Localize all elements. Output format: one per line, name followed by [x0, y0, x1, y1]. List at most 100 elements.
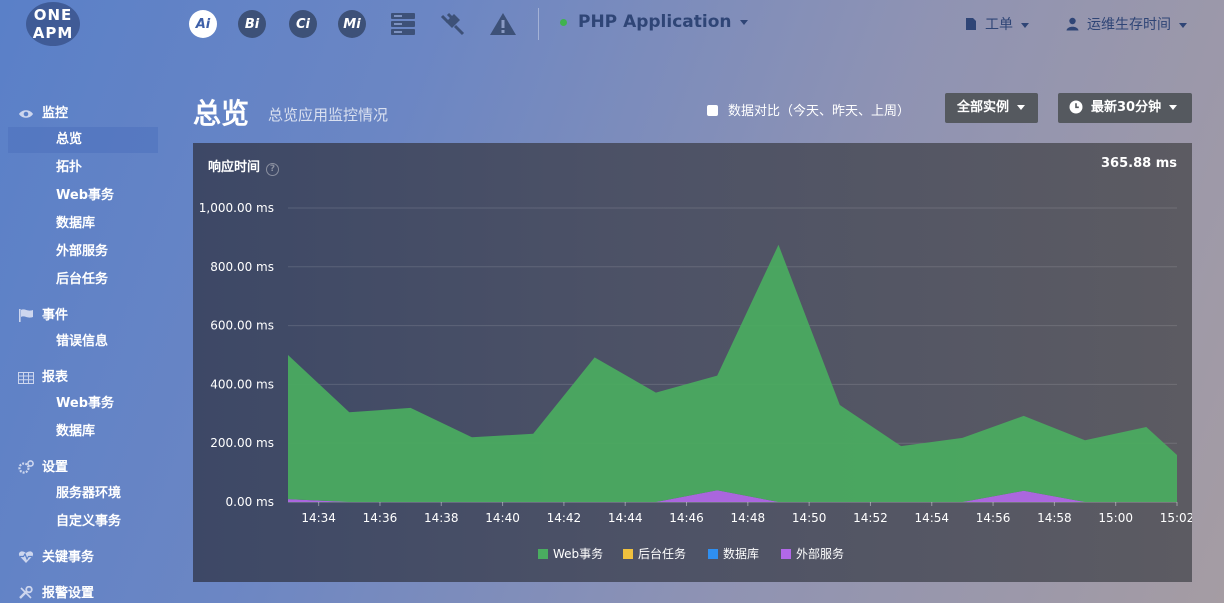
- series-area-Web事务: [288, 244, 1177, 503]
- x-tick-label: 14:50: [792, 511, 827, 525]
- legend-label: 后台任务: [638, 547, 687, 561]
- wrench-icon: [19, 585, 33, 599]
- ticket-label: 工单: [985, 17, 1013, 33]
- y-tick-label: 200.00 ms: [210, 436, 274, 450]
- sidebar-item-report-database[interactable]: 数据库: [8, 419, 158, 445]
- top-bar: ONE APM Ai Bi Ci Mi PHP Application 工单 运…: [0, 0, 1224, 48]
- oneapm-logo[interactable]: ONE APM: [26, 2, 82, 46]
- sidebar-item-custom-transactions[interactable]: 自定义事务: [8, 509, 158, 535]
- x-tick-label: 14:42: [547, 511, 582, 525]
- x-tick-label: 14:34: [301, 511, 336, 525]
- y-tick-label: 0.00 ms: [226, 495, 274, 509]
- sidebar-section-key-transactions[interactable]: 关键事务: [18, 546, 94, 566]
- chevron-down-icon: [739, 19, 748, 25]
- product-ai-icon[interactable]: Ai: [189, 10, 217, 38]
- chevron-down-icon: [1021, 22, 1029, 28]
- x-tick-label: 14:48: [731, 511, 766, 525]
- app-name: PHP Application: [578, 12, 732, 32]
- sidebar-section-reports[interactable]: 报表: [18, 366, 68, 386]
- sidebar-section-label: 事件: [42, 308, 69, 323]
- user-icon: [1066, 17, 1079, 31]
- chevron-down-icon: [1017, 105, 1026, 110]
- gears-icon: [18, 460, 34, 474]
- y-tick-label: 1,000.00 ms: [199, 201, 274, 215]
- x-tick-label: 15:02: [1160, 511, 1192, 525]
- warning-icon[interactable]: [488, 10, 518, 38]
- app-selector[interactable]: PHP Application: [560, 12, 748, 32]
- legend-swatch: [538, 549, 548, 559]
- chevron-down-icon: [1179, 22, 1187, 28]
- plugin-icon[interactable]: [438, 10, 466, 38]
- document-icon: [966, 18, 976, 30]
- sidebar-section-label: 报表: [42, 370, 69, 385]
- product-bi-icon[interactable]: Bi: [238, 10, 266, 38]
- instances-label: 全部实例: [957, 100, 1010, 115]
- legend-swatch: [623, 549, 633, 559]
- heart-pulse-icon: [18, 551, 34, 563]
- x-tick-label: 14:52: [853, 511, 888, 525]
- legend-item[interactable]: Web事务: [538, 545, 603, 562]
- legend-item[interactable]: 外部服务: [781, 545, 844, 562]
- legend-item[interactable]: 后台任务: [623, 545, 686, 562]
- chevron-down-icon: [1169, 105, 1178, 110]
- sidebar-section-events[interactable]: 事件: [18, 304, 68, 324]
- logo-line-1: ONE: [33, 6, 73, 24]
- legend-label: Web事务: [553, 547, 604, 561]
- server-icon[interactable]: [389, 10, 417, 38]
- page-subtitle: 总览应用监控情况: [268, 106, 389, 124]
- x-tick-label: 14:36: [363, 511, 398, 525]
- user-menu[interactable]: 运维生存时间: [1066, 14, 1187, 34]
- compare-checkbox[interactable]: 数据对比（今天、昨天、上周）: [707, 100, 910, 119]
- sidebar-item-errors[interactable]: 错误信息: [8, 329, 158, 355]
- product-ci-icon[interactable]: Ci: [289, 10, 317, 38]
- sidebar-item-external-services[interactable]: 外部服务: [8, 239, 158, 265]
- x-tick-label: 14:54: [914, 511, 949, 525]
- clock-icon: [1069, 100, 1083, 114]
- x-tick-label: 14:40: [485, 511, 520, 525]
- time-range-dropdown[interactable]: 最新30分钟: [1058, 93, 1192, 123]
- y-tick-label: 400.00 ms: [210, 377, 274, 391]
- y-tick-label: 600.00 ms: [210, 319, 274, 333]
- sidebar-item-topology[interactable]: 拓扑: [8, 155, 158, 181]
- sidebar-item-web-transactions[interactable]: Web事务: [8, 183, 158, 209]
- time-range-label: 最新30分钟: [1091, 100, 1162, 115]
- x-tick-label: 15:00: [1098, 511, 1133, 525]
- legend-item[interactable]: 数据库: [708, 545, 759, 562]
- sidebar-section-label: 关键事务: [42, 550, 95, 565]
- instances-dropdown[interactable]: 全部实例: [945, 93, 1038, 123]
- y-tick-label: 800.00 ms: [210, 260, 274, 274]
- checkbox-box[interactable]: [707, 105, 718, 116]
- sidebar-item-report-web[interactable]: Web事务: [8, 391, 158, 417]
- x-tick-label: 14:44: [608, 511, 643, 525]
- sidebar-section-label: 报警设置: [42, 586, 95, 601]
- compare-label: 数据对比（今天、昨天、上周）: [728, 104, 911, 119]
- page-title: 总览: [193, 97, 250, 130]
- sidebar-section-label: 设置: [42, 460, 69, 475]
- x-tick-label: 14:56: [976, 511, 1011, 525]
- eye-icon: [19, 110, 33, 118]
- sidebar-item-background-tasks[interactable]: 后台任务: [8, 267, 158, 293]
- response-time-chart: 0.00 ms 200.00 ms 400.00 ms 600.00 ms 800.00…: [199, 201, 1192, 525]
- x-tick-label: 14:58: [1037, 511, 1072, 525]
- app-status-dot: [560, 18, 567, 26]
- ticket-menu[interactable]: 工单: [965, 14, 1029, 34]
- sidebar-item-server-env[interactable]: 服务器环境: [8, 481, 158, 507]
- table-icon: [18, 372, 34, 384]
- sidebar-section-monitor[interactable]: 监控: [18, 102, 68, 122]
- x-tick-label: 14:46: [669, 511, 704, 525]
- logo-line-2: APM: [32, 24, 74, 42]
- x-tick-label: 14:38: [424, 511, 459, 525]
- product-mi-icon[interactable]: Mi: [338, 10, 366, 38]
- sidebar-item-overview[interactable]: 总览: [8, 127, 158, 153]
- legend-swatch: [781, 549, 791, 559]
- sidebar-section-settings[interactable]: 设置: [18, 456, 68, 476]
- legend-swatch: [708, 549, 718, 559]
- user-label: 运维生存时间: [1087, 17, 1171, 33]
- legend-label: 数据库: [723, 547, 760, 561]
- flag-icon: [19, 309, 33, 322]
- legend-label: 外部服务: [796, 547, 845, 561]
- sidebar-section-label: 监控: [42, 106, 69, 121]
- sidebar-section-alerts[interactable]: 报警设置: [18, 582, 94, 602]
- topbar-divider: [538, 8, 539, 40]
- sidebar-item-database[interactable]: 数据库: [8, 211, 158, 237]
